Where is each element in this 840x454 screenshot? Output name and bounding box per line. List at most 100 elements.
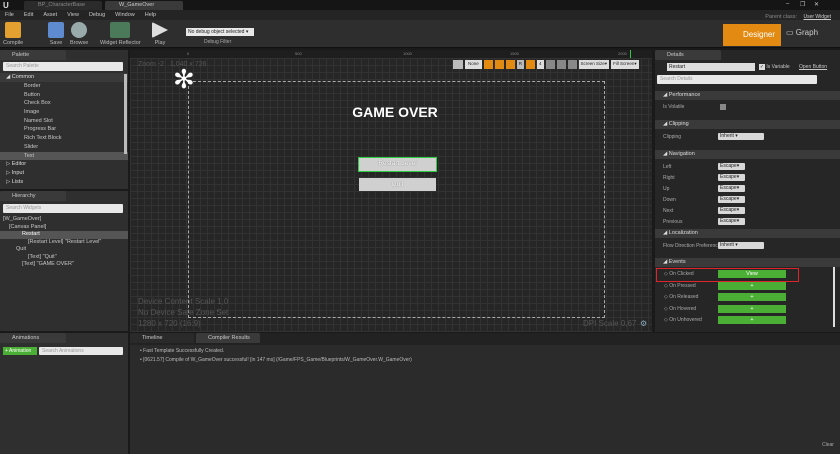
tree-item[interactable]: [Text] "GAME OVER" [0, 261, 128, 269]
fill-screen-dropdown[interactable]: Fill Screen▾ [611, 60, 639, 69]
animations-tab[interactable]: Animations [0, 333, 66, 343]
play-button[interactable]: Play [152, 22, 168, 46]
lock-icon[interactable] [494, 60, 504, 69]
event-button[interactable]: + [718, 281, 786, 290]
designer-canvas[interactable]: Zoom -2 1,040 x 726 ✻ None R 4 Screen Si… [130, 58, 652, 332]
palette-scrollbar[interactable] [124, 74, 127, 154]
ruler-icon[interactable] [567, 60, 577, 69]
clipping-dropdown[interactable]: Inherit ▾ [718, 133, 764, 140]
tree-item[interactable]: [W_GameOver] [0, 216, 128, 224]
image-icon[interactable] [556, 60, 566, 69]
nav-dropdown[interactable]: Escape▾ [718, 174, 745, 181]
nav-dropdown[interactable]: Escape▾ [718, 207, 745, 214]
close-button[interactable]: ✕ [814, 1, 819, 8]
is-variable-checkbox[interactable]: ✓ Is Variable [759, 64, 790, 70]
section-performance[interactable]: ◢ Performance [655, 91, 840, 100]
palette-item[interactable]: Slider [0, 143, 128, 152]
r-toggle[interactable]: R [516, 60, 525, 69]
hierarchy-search-input[interactable]: Search Widgets [3, 204, 123, 213]
palette-item[interactable]: Progress Bar [0, 125, 128, 134]
grid-snap-icon[interactable] [483, 60, 493, 69]
widget-name-input[interactable]: Restart [667, 63, 755, 71]
add-animation-button[interactable]: + Animation [3, 347, 37, 355]
layout-icon[interactable] [505, 60, 515, 69]
minimize-button[interactable]: – [786, 1, 789, 7]
clear-button[interactable]: Clear [822, 442, 834, 448]
menu-file[interactable]: File [0, 10, 19, 18]
category-common[interactable]: ◢ Common [0, 73, 128, 82]
tree-item[interactable]: [Canvas Panel] [0, 224, 128, 232]
ruler-tick: 0 [187, 51, 190, 56]
hierarchy-tab[interactable]: Hierarchy [0, 191, 66, 201]
save-button[interactable]: Save [48, 22, 64, 46]
flow-direction-dropdown[interactable]: Inherit ▾ [718, 242, 764, 249]
outline-icon[interactable] [545, 60, 555, 69]
palette-item[interactable]: Border [0, 82, 128, 91]
details-scrollbar[interactable] [833, 265, 835, 327]
menu-asset[interactable]: Asset [38, 10, 62, 18]
category-lists[interactable]: ▷ Lists [0, 178, 128, 187]
palette-search-input[interactable]: Search Palette [3, 62, 123, 71]
designer-mode-button[interactable]: Designer [723, 24, 781, 46]
anchor-icon[interactable]: ✻ [173, 66, 195, 92]
palette-item[interactable]: Rich Text Block [0, 134, 128, 143]
event-button[interactable]: + [718, 293, 786, 301]
debug-object-dropdown[interactable]: No debug object selected ▾ [186, 28, 254, 36]
menu-edit[interactable]: Edit [19, 10, 38, 18]
gear-icon[interactable]: ⚙ [640, 319, 647, 328]
snap-icon[interactable] [526, 60, 536, 69]
browse-button[interactable]: Browse [70, 22, 88, 46]
nav-dropdown[interactable]: Escape▾ [718, 163, 745, 170]
game-over-text[interactable]: GAME OVER [310, 104, 480, 120]
widget-reflector-button[interactable]: Widget Reflector [100, 22, 141, 46]
animations-search-input[interactable]: Search Animations [39, 347, 123, 355]
tree-item[interactable]: Quit [0, 246, 128, 254]
section-clipping[interactable]: ◢ Clipping [655, 120, 840, 129]
menu-view[interactable]: View [62, 10, 84, 18]
menu-window[interactable]: Window [110, 10, 140, 18]
ruler-top: 0 500 1000 1500 2000 [130, 50, 652, 58]
nav-dropdown[interactable]: Escape▾ [718, 185, 745, 192]
category-label: Common [11, 74, 35, 80]
details-tab[interactable]: Details [655, 50, 721, 60]
palette-tab[interactable]: Palette [0, 50, 66, 60]
tab-w-gameover[interactable]: W_GameOver [105, 1, 183, 10]
tab-compiler-results[interactable]: Compiler Results [196, 333, 260, 343]
palette-item[interactable]: Button [0, 91, 128, 100]
is-volatile-checkbox[interactable] [720, 104, 726, 110]
category-editor[interactable]: ▷ Editor [0, 160, 128, 169]
details-search-input[interactable]: Search Details [657, 75, 817, 84]
quit-button[interactable]: Quit [359, 178, 436, 191]
menu-debug[interactable]: Debug [84, 10, 110, 18]
section-localization[interactable]: ◢ Localization [655, 229, 840, 238]
tree-item-selected[interactable]: Restart [0, 231, 128, 239]
palette-item[interactable]: Named Slot [0, 117, 128, 126]
snap-value[interactable]: 4 [537, 60, 544, 69]
palette-item-selected[interactable]: Text [0, 151, 128, 161]
menu-help[interactable]: Help [140, 10, 161, 18]
section-events[interactable]: ◢ Events [655, 258, 840, 267]
tree-item[interactable]: [Text] "Quit" [0, 254, 128, 262]
category-input[interactable]: ▷ Input [0, 169, 128, 178]
nav-label: Right [663, 175, 675, 181]
graph-mode-button[interactable]: ▭ Graph [786, 28, 818, 37]
compile-button[interactable]: Compile [3, 22, 23, 46]
restart-level-button[interactable]: Restart Level [358, 157, 437, 172]
palette-item[interactable]: Check Box [0, 99, 128, 108]
screen-size-dropdown[interactable]: Screen Size▾ [578, 60, 610, 69]
event-button[interactable]: + [718, 316, 786, 324]
tab-timeline[interactable]: Timeline [130, 333, 194, 343]
graph-icon: ▭ [786, 28, 794, 37]
maximize-button[interactable]: ❐ [800, 1, 805, 8]
open-button-link[interactable]: Open Button [799, 64, 827, 70]
tab-bp-characterbase[interactable]: BP_CharacterBase [24, 1, 102, 10]
localization-preview-dropdown[interactable]: None [465, 60, 482, 69]
section-navigation[interactable]: ◢ Navigation [655, 150, 840, 159]
nav-dropdown[interactable]: Escape▾ [718, 218, 745, 225]
palette-item[interactable]: Image [0, 108, 128, 117]
event-button[interactable]: + [718, 304, 786, 313]
nav-dropdown[interactable]: Escape▾ [718, 196, 745, 203]
search-placeholder: Search Palette [6, 63, 39, 69]
globe-icon[interactable] [453, 60, 463, 69]
tree-item[interactable]: [Restart Level] "Restart Level" [0, 239, 128, 247]
